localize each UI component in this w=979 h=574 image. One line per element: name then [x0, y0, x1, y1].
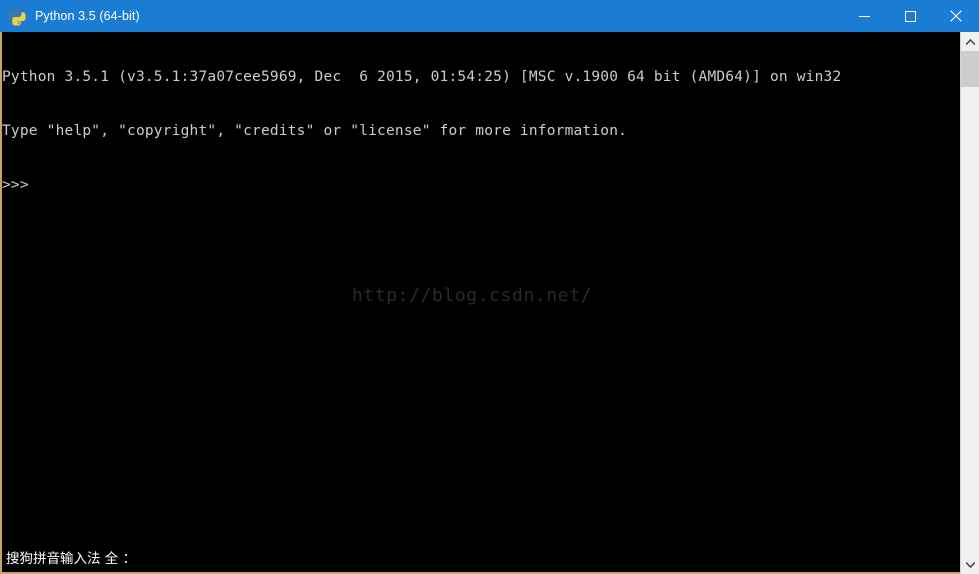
console-line-help: Type "help", "copyright", "credits" or "…	[2, 123, 628, 139]
ime-status-bar: 搜狗拼音输入法 全 ：	[4, 548, 954, 570]
watermark-text: http://blog.csdn.net/	[351, 285, 593, 306]
scrollbar-thumb[interactable]	[961, 51, 979, 87]
console-prompt-line[interactable]: >>>	[2, 176, 942, 194]
console-client-area[interactable]: Python 3.5.1 (v3.5.1:37a07cee5969, Dec 6…	[0, 32, 979, 574]
window-controls	[841, 0, 979, 32]
console-prompt: >>>	[2, 177, 29, 193]
close-button[interactable]	[933, 0, 979, 32]
console-output: Python 3.5.1 (v3.5.1:37a07cee5969, Dec 6…	[2, 32, 942, 230]
scroll-up-button[interactable]	[961, 32, 979, 51]
maximize-icon	[904, 10, 916, 22]
vertical-scrollbar[interactable]	[960, 32, 979, 574]
scrollbar-track[interactable]	[961, 51, 979, 555]
scroll-down-button[interactable]	[961, 555, 979, 574]
maximize-button[interactable]	[887, 0, 933, 32]
chevron-down-icon	[965, 561, 975, 568]
close-icon	[950, 10, 962, 22]
console-line-version: Python 3.5.1 (v3.5.1:37a07cee5969, Dec 6…	[2, 69, 842, 85]
minimize-button[interactable]	[841, 0, 887, 32]
chevron-up-icon	[965, 38, 975, 45]
python-logo-icon	[7, 7, 26, 26]
console-window: Python 3.5 (64-bit) Python 3.5.1 (v3.5.1…	[0, 0, 979, 574]
title-bar[interactable]: Python 3.5 (64-bit)	[0, 0, 979, 32]
window-title: Python 3.5 (64-bit)	[35, 9, 140, 23]
minimize-icon	[858, 15, 870, 17]
